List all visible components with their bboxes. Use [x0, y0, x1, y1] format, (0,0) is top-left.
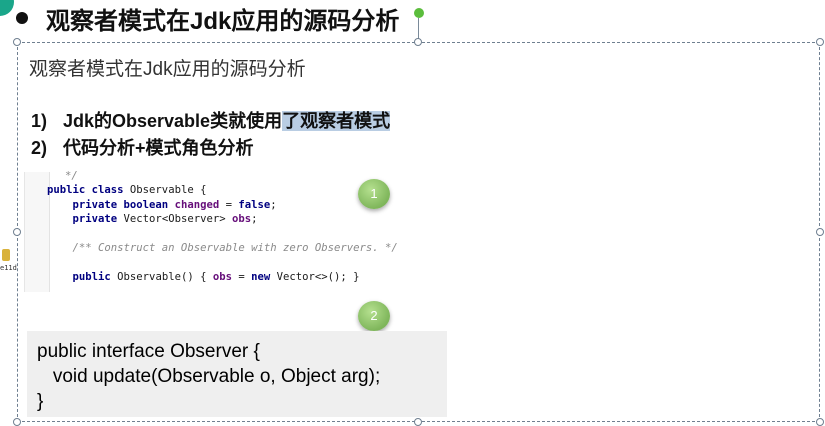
- resize-handle-bottom-center[interactable]: [414, 418, 422, 426]
- slide-title-text: 观察者模式在Jdk应用的源码分析: [46, 7, 400, 35]
- code-line: public interface Observer {: [37, 341, 260, 362]
- rotate-handle-icon[interactable]: [414, 8, 424, 18]
- resize-handle-middle-left[interactable]: [13, 228, 21, 236]
- code-line: private Vector<Observer> obs;: [72, 213, 258, 225]
- resize-handle-bottom-left[interactable]: [13, 418, 21, 426]
- point-1: 1) Jdk的Observable类就使用了观察者模式: [31, 107, 391, 133]
- resize-handle-top-left[interactable]: [13, 38, 21, 46]
- code-line: private boolean changed = false;: [72, 199, 277, 211]
- point-1-text: Jdk的Observable类就使用: [63, 111, 283, 131]
- corner-marker: [0, 0, 14, 16]
- point-2: 2) 代码分析+模式角色分析: [31, 134, 254, 160]
- file-icon: [2, 249, 10, 261]
- point-1-number: 1): [31, 111, 48, 131]
- slide-title: 观察者模式在Jdk应用的源码分析: [14, 0, 399, 36]
- side-file-label: e11d: [0, 264, 17, 272]
- point-1-selected-text: 了观察者模式: [282, 111, 391, 131]
- code-line: }: [37, 391, 44, 412]
- side-file-icon[interactable]: e11d: [0, 249, 17, 275]
- code-line: public Observable() { obs = new Vector<>…: [72, 271, 360, 283]
- code-line: public class Observable {: [47, 184, 207, 196]
- resize-handle-middle-right[interactable]: [816, 228, 824, 236]
- resize-handle-bottom-right[interactable]: [816, 418, 824, 426]
- callout-badge-1: 1: [358, 179, 390, 209]
- point-2-number: 2): [31, 138, 48, 158]
- code-line: */: [65, 170, 78, 182]
- callout-badge-2: 2: [358, 301, 390, 331]
- observer-code-block: public interface Observer { void update(…: [27, 331, 447, 417]
- bullet-icon: [16, 12, 28, 24]
- resize-handle-top-right[interactable]: [816, 38, 824, 46]
- resize-handle-top-center[interactable]: [414, 38, 422, 46]
- textbox-heading: 观察者模式在Jdk应用的源码分析: [29, 59, 306, 80]
- code-line: /** Construct an Observable with zero Ob…: [47, 242, 398, 254]
- code-line: void update(Observable o, Object arg);: [37, 366, 381, 387]
- point-2-text: 代码分析+模式角色分析: [63, 138, 254, 158]
